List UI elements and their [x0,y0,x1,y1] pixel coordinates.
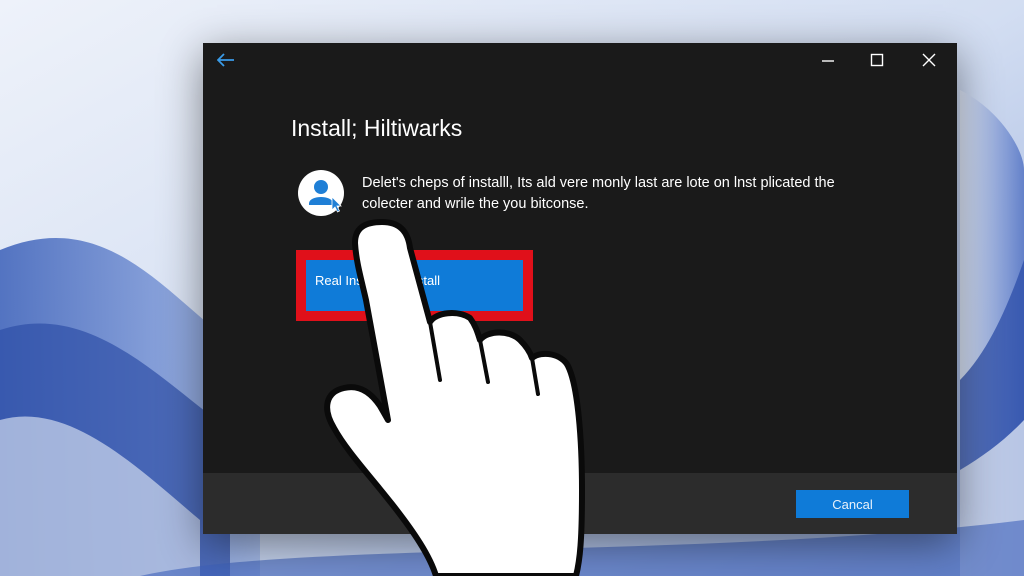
installer-window: Install; Hiltiwarks Delet's cheps of ins… [203,43,957,534]
title-bar [203,43,957,77]
install-button[interactable]: Real Ins... ...tar install [306,260,523,311]
close-icon [922,53,936,67]
back-arrow-icon [217,53,234,67]
dialog-footer: Cancal [203,473,957,534]
highlight-frame: Real Ins... ...tar install [296,250,533,321]
cancel-button[interactable]: Cancal [796,490,909,518]
user-avatar-icon [309,180,342,213]
user-avatar [298,170,344,216]
close-button[interactable] [912,47,946,73]
dialog-description: Delet's cheps of installl, Its ald vere … [362,175,835,212]
dialog-title: Install; Hiltiwarks [291,115,463,141]
back-button[interactable] [213,49,239,71]
minimize-button[interactable] [811,47,845,73]
minimize-icon [822,60,834,62]
maximize-button[interactable] [860,47,894,73]
maximize-icon [870,53,884,67]
